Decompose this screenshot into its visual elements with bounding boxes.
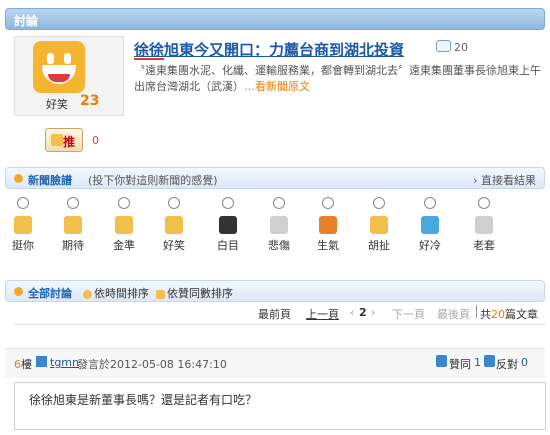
mood-radio[interactable] <box>67 197 79 209</box>
discussion-header: 討論 <box>5 8 545 30</box>
mood-radio[interactable] <box>168 197 180 209</box>
mood-title: 新聞臉譜 <box>28 174 72 187</box>
sort-by-votes-link[interactable]: 依贊同數排序 <box>156 285 233 301</box>
comment-box: 徐徐旭東是新董事長嗎？還是記者有口吃？ <box>14 382 546 430</box>
oppose-count: 0 <box>521 356 528 369</box>
mood-face-icon[interactable] <box>115 216 133 234</box>
post-floor: 6樓 <box>14 356 32 372</box>
discussion-section-header: 全部討論 依時間排序 依贊同數排序 <box>5 280 545 302</box>
mood-face-icon[interactable] <box>64 216 82 234</box>
mood-label: 老套 <box>473 239 495 252</box>
floor-number: 6 <box>14 358 21 371</box>
prev-page-link[interactable]: 上一頁 <box>306 306 339 322</box>
comment-bubble-icon <box>436 40 451 52</box>
mood-label: 胡扯 <box>368 239 390 252</box>
section-bullet-icon <box>14 174 23 183</box>
sort-votes-label: 依贊同數排序 <box>167 287 233 300</box>
mood-label: 金準 <box>113 239 135 252</box>
mood-face-icon[interactable] <box>421 216 439 234</box>
title-underline-accent <box>134 58 164 60</box>
mood-face-icon[interactable] <box>475 216 493 234</box>
mood-radio[interactable] <box>118 197 130 209</box>
mood-radio[interactable] <box>222 197 234 209</box>
mood-radio[interactable] <box>273 197 285 209</box>
total-suffix: 篇文章 <box>505 308 538 321</box>
section-bullet-icon <box>14 287 23 296</box>
mood-radio[interactable] <box>478 197 490 209</box>
header-title: 討論 <box>14 14 39 28</box>
mood-subtitle: (投下你對這則新聞的感覺) <box>88 174 218 187</box>
mood-label: 期待 <box>62 239 84 252</box>
thumb-icon <box>51 134 63 146</box>
snippet-text: 〝遠東集團水泥、化纖、運輸服務業，都會轉到湖北去〞遠東集團董事長徐旭東上午出席台… <box>134 64 541 93</box>
discussion-title: 全部討論 <box>28 287 72 300</box>
view-results-label: 直接看結果 <box>481 174 536 187</box>
mood-label: 挺你 <box>12 239 34 252</box>
agree-thumb-icon <box>436 355 447 367</box>
mood-label: 白目 <box>217 239 239 252</box>
mood-label: 好冷 <box>419 239 441 252</box>
article-title[interactable]: 徐徐旭東今又開口：力薦台商到湖北投資 <box>134 39 404 60</box>
read-more-link[interactable]: …看新聞原文 <box>244 80 310 93</box>
laughing-face-icon <box>33 41 85 93</box>
oppose-thumb-icon <box>484 355 495 367</box>
mood-face-icon[interactable] <box>165 216 183 234</box>
mood-label: 好笑 <box>163 239 185 252</box>
mood-label: 生氣 <box>317 239 339 252</box>
mood-count: 23 <box>80 93 100 109</box>
post-time: 發言於2012-05-08 16:47:10 <box>77 358 227 371</box>
total-articles: 共20篇文章 <box>480 306 538 322</box>
agree-count: 1 <box>474 356 481 369</box>
agree-button[interactable]: 贊同 <box>449 356 471 372</box>
mood-label: 悲傷 <box>268 239 290 252</box>
last-page-link[interactable]: 最後頁 <box>437 306 470 322</box>
mood-face-icon[interactable] <box>370 216 388 234</box>
mood-radio[interactable] <box>373 197 385 209</box>
total-prefix: 共 <box>480 308 491 321</box>
mood-section-header: 新聞臉譜 (投下你對這則新聞的感覺) › 直接看結果 <box>5 167 545 189</box>
oppose-button[interactable]: 反對 <box>496 356 518 372</box>
view-results-link[interactable]: › 直接看結果 <box>473 172 536 188</box>
current-page: 2 <box>359 306 367 319</box>
mood-label: 好笑 <box>46 98 68 111</box>
comment-text: 徐徐旭東是新董事長嗎？還是記者有口吃？ <box>29 393 258 407</box>
floor-suffix: 樓 <box>21 358 32 371</box>
comment-count: 20 <box>454 41 468 54</box>
total-count: 20 <box>491 308 505 321</box>
next-page-link[interactable]: 下一頁 <box>392 306 425 322</box>
sort-time-label: 依時間排序 <box>94 287 149 300</box>
push-label: 推 <box>63 135 76 149</box>
mood-face-icon[interactable] <box>270 216 288 234</box>
mood-radio[interactable] <box>424 197 436 209</box>
mood-face-icon[interactable] <box>219 216 237 234</box>
first-page-link[interactable]: 最前頁 <box>258 306 291 322</box>
post-user[interactable]: tgmn <box>50 356 79 369</box>
mood-face-icon[interactable] <box>319 216 337 234</box>
pager-divider <box>14 324 546 325</box>
mood-radio[interactable] <box>322 197 334 209</box>
thumb-icon <box>156 289 165 299</box>
clock-icon <box>83 289 92 299</box>
article-snippet: 〝遠東集團水泥、化纖、運輸服務業，都會轉到湖北去〞遠東集團董事長徐旭東上午出席台… <box>134 63 546 95</box>
mood-face-icon[interactable] <box>14 216 32 234</box>
mood-radio[interactable] <box>17 197 29 209</box>
sort-by-time-link[interactable]: 依時間排序 <box>83 285 149 301</box>
play-icon <box>36 356 47 367</box>
push-count: 0 <box>92 134 99 147</box>
